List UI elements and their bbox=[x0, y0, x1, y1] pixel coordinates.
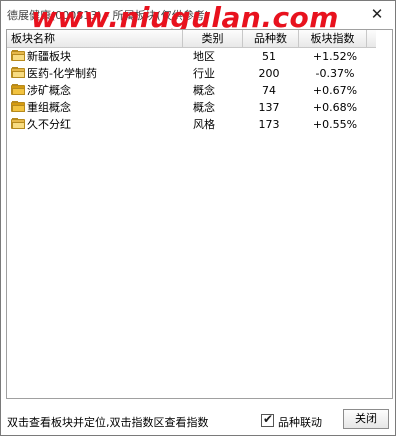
index-cell[interactable]: +0.55% bbox=[307, 116, 363, 133]
table-row[interactable]: 新疆板块 地区 51 +1.52% bbox=[7, 48, 376, 65]
sector-table: 板块名称 类别 品种数 板块指数 新疆板块 地区 51 +1.52% 医药-化学… bbox=[6, 29, 393, 399]
status-hint: 双击查看板块并定位,双击指数区查看指数 bbox=[7, 416, 209, 429]
sector-name-cell: 久不分红 bbox=[11, 116, 71, 133]
folder-icon bbox=[11, 67, 25, 78]
sector-name-cell: 涉矿概念 bbox=[11, 82, 71, 99]
folder-icon bbox=[11, 50, 25, 61]
category-cell: 概念 bbox=[193, 101, 215, 114]
column-header-count[interactable]: 品种数 bbox=[243, 30, 299, 47]
sector-name: 医药-化学制药 bbox=[27, 67, 97, 80]
index-cell[interactable]: +1.52% bbox=[307, 48, 363, 65]
sector-name: 新疆板块 bbox=[27, 50, 71, 63]
sector-name: 涉矿概念 bbox=[27, 84, 71, 97]
category-cell: 概念 bbox=[193, 84, 215, 97]
table-body: 新疆板块 地区 51 +1.52% 医药-化学制药 行业 200 -0.37% … bbox=[7, 48, 376, 133]
table-row[interactable]: 重组概念 概念 137 +0.68% bbox=[7, 99, 376, 116]
sector-name: 重组概念 bbox=[27, 101, 71, 114]
column-header-name[interactable]: 板块名称 bbox=[7, 30, 183, 47]
checkmark-icon: ✔ bbox=[263, 412, 274, 426]
count-cell: 200 bbox=[258, 67, 280, 80]
folder-icon bbox=[11, 101, 25, 112]
sector-name-cell: 医药-化学制药 bbox=[11, 65, 97, 82]
category-cell: 地区 bbox=[193, 50, 215, 63]
sector-window: 德展健康(000813) - 所属板块(仅供参考) ✕ www.niugulan… bbox=[0, 0, 396, 436]
sector-name: 久不分红 bbox=[27, 118, 71, 131]
count-cell: 74 bbox=[262, 84, 276, 97]
table-row[interactable]: 涉矿概念 概念 74 +0.67% bbox=[7, 82, 376, 99]
category-cell: 行业 bbox=[193, 67, 215, 80]
count-cell: 51 bbox=[262, 50, 276, 63]
table-row[interactable]: 医药-化学制药 行业 200 -0.37% bbox=[7, 65, 376, 82]
column-header-index[interactable]: 板块指数 bbox=[299, 30, 367, 47]
folder-icon bbox=[11, 118, 25, 129]
table-row[interactable]: 久不分红 风格 173 +0.55% bbox=[7, 116, 376, 133]
checkbox-label[interactable]: 品种联动 bbox=[278, 414, 322, 430]
index-cell[interactable]: +0.68% bbox=[307, 99, 363, 116]
table-header: 板块名称 类别 品种数 板块指数 bbox=[7, 30, 376, 48]
sector-name-cell: 新疆板块 bbox=[11, 48, 71, 65]
folder-icon bbox=[11, 84, 25, 95]
sector-name-cell: 重组概念 bbox=[11, 99, 71, 116]
count-cell: 137 bbox=[258, 101, 280, 114]
column-header-category[interactable]: 类别 bbox=[183, 30, 243, 47]
close-button[interactable]: 关闭 bbox=[343, 409, 389, 429]
category-cell: 风格 bbox=[193, 118, 215, 131]
index-cell[interactable]: -0.37% bbox=[307, 65, 363, 82]
window-title: 德展健康(000813) - 所属板块(仅供参考) bbox=[7, 9, 210, 22]
status-bar: 双击查看板块并定位,双击指数区查看指数 ✔ 品种联动 关闭 bbox=[1, 406, 395, 435]
checkbox-box[interactable]: ✔ bbox=[261, 412, 274, 427]
close-icon[interactable]: ✕ bbox=[365, 3, 389, 25]
index-cell[interactable]: +0.67% bbox=[307, 82, 363, 99]
count-cell: 173 bbox=[258, 118, 280, 131]
title-bar: 德展健康(000813) - 所属板块(仅供参考) ✕ bbox=[1, 1, 395, 27]
vertical-scrollbar[interactable] bbox=[377, 30, 392, 396]
